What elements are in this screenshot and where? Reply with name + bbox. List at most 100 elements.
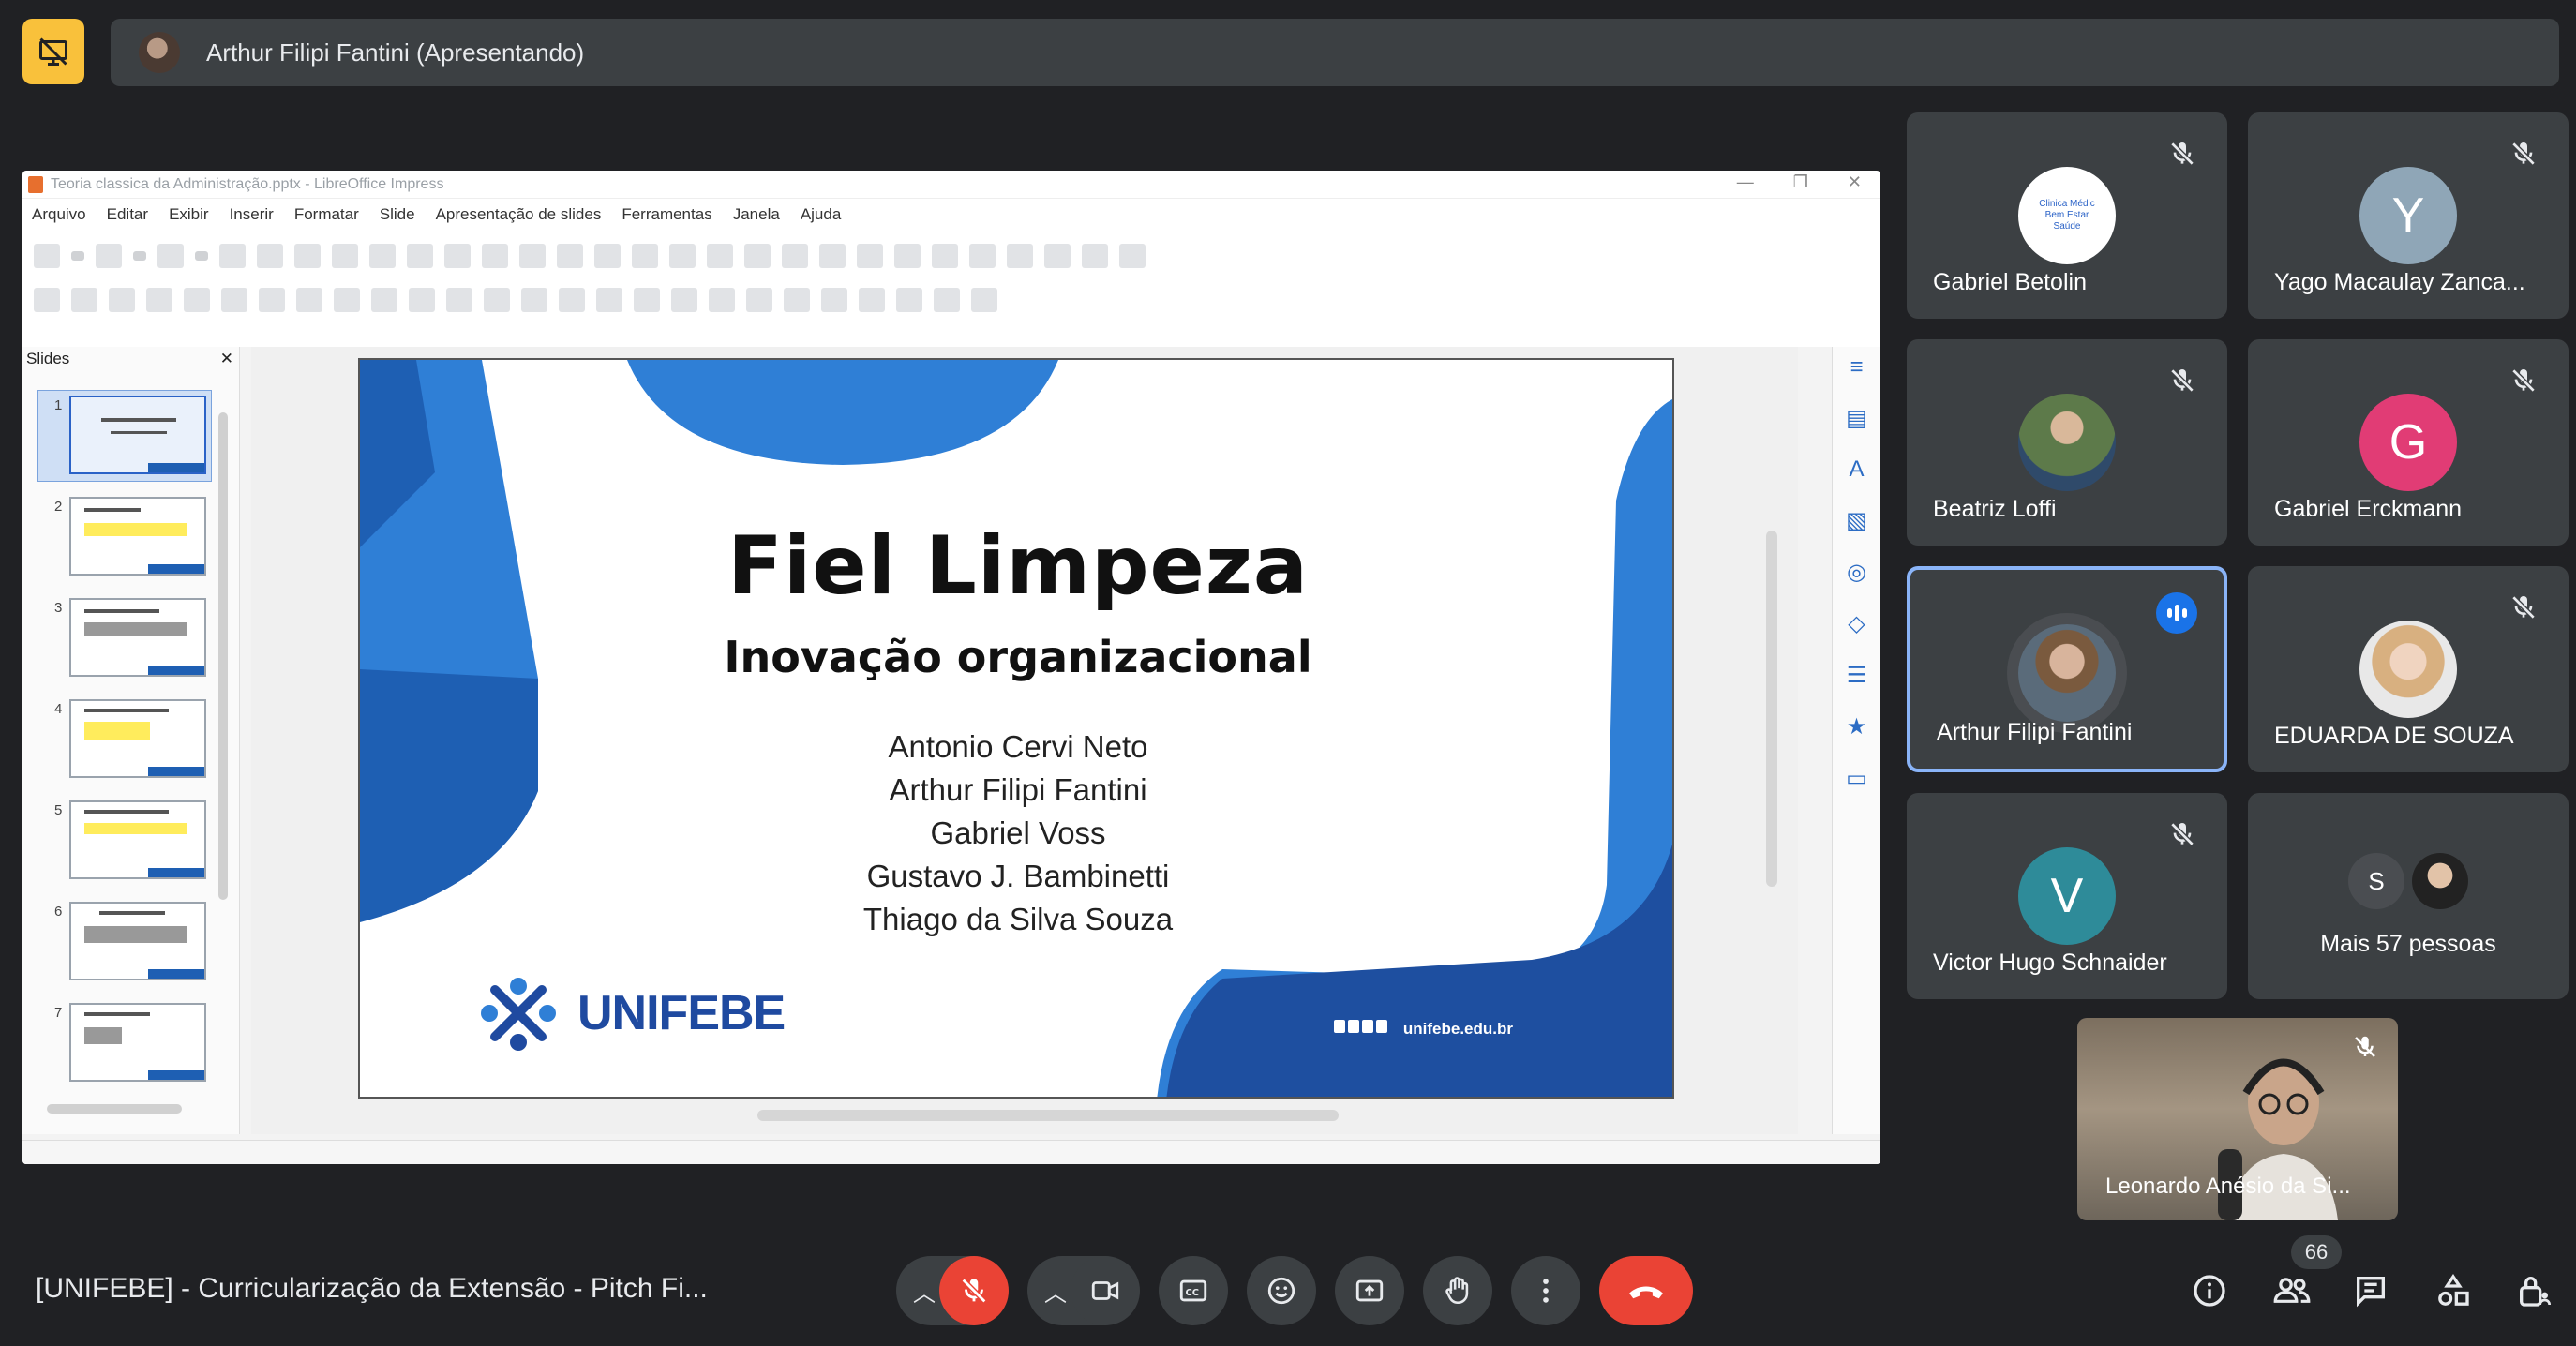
slide-thumbnail: 2 <box>54 497 206 576</box>
chat-button[interactable] <box>2347 1267 2394 1314</box>
tool-paste-icon <box>369 244 396 268</box>
tool-rectangle-icon <box>184 288 210 312</box>
mic-off-icon <box>2511 368 2536 393</box>
thumb-text <box>84 926 187 943</box>
tool-table-icon <box>782 244 808 268</box>
slide-number: 5 <box>54 802 63 818</box>
tool-image-icon <box>819 244 846 268</box>
tool-redo-icon <box>482 244 508 268</box>
tool-filter-icon <box>859 288 885 312</box>
tool-points-icon <box>896 288 922 312</box>
self-view-tile[interactable]: Leonardo Anésio da Si... <box>2077 1018 2398 1220</box>
slide-number: 4 <box>54 701 63 717</box>
participant-name: Yago Macaulay Zanca... <box>2274 269 2525 295</box>
menu-inserir: Inserir <box>229 205 274 223</box>
participant-name: Victor Hugo Schnaider <box>1933 950 2167 976</box>
participant-tile[interactable]: V Victor Hugo Schnaider <box>1907 793 2227 999</box>
participant-name: Gabriel Betolin <box>1933 269 2087 295</box>
current-slide: Fiel Limpeza Inovação organizacional Ant… <box>358 358 1674 1099</box>
participant-count-badge: 66 <box>2291 1235 2342 1269</box>
chat-icon <box>2357 1277 2385 1308</box>
participant-tile[interactable]: Y Yago Macaulay Zanca... <box>2248 112 2569 319</box>
sound-bar <box>2174 605 2179 621</box>
thumb-corner <box>148 666 204 675</box>
thumb-corner <box>148 969 204 979</box>
slide-thumbnail: 7 <box>54 1003 206 1082</box>
present-screen-button[interactable] <box>1335 1256 1404 1325</box>
tool-fontwork-icon <box>1007 244 1033 268</box>
participant-tile[interactable]: EDUARDA DE SOUZA <box>2248 566 2569 772</box>
participant-tile-active-speaker[interactable]: Arthur Filipi Fantini <box>1907 566 2227 772</box>
toolbar-drawing <box>22 281 1880 319</box>
participant-tile[interactable]: G Gabriel Erckmann <box>2248 339 2569 546</box>
tool-master-icon <box>669 244 696 268</box>
impress-doc-icon <box>28 175 43 193</box>
tool-glue-icon <box>934 288 960 312</box>
unifebe-logo: UNIFEBE <box>476 971 786 1055</box>
people-button[interactable] <box>2269 1267 2315 1314</box>
tool-copy-icon <box>332 244 358 268</box>
menu-slide: Slide <box>379 205 415 223</box>
meeting-details-button[interactable] <box>2186 1267 2233 1314</box>
slides-pane-title: Slides <box>26 350 70 367</box>
thumb-corner <box>148 564 204 574</box>
host-controls-button[interactable] <box>2510 1267 2557 1314</box>
sidebar-deck: ≡ ▤ A ▧ ◎ ◇ ☰ ★ ▭ <box>1832 347 1880 1134</box>
clinic-logo-text: Clinica Médic <box>2039 199 2095 209</box>
reactions-button[interactable] <box>1247 1256 1316 1325</box>
youtube-icon <box>1362 1020 1373 1033</box>
author-name: Gustavo J. Bambinetti <box>866 859 1170 893</box>
tool-rotate-icon <box>634 288 660 312</box>
unifebe-logo-mark <box>481 978 556 1051</box>
shared-screen: Teoria classica da Administração.pptx - … <box>22 171 1880 1164</box>
activities-button[interactable] <box>2430 1267 2477 1314</box>
camera-options-chevron-icon[interactable]: ︿ <box>1044 1275 1067 1308</box>
more-participants-tile[interactable]: S Mais 57 pessoas <box>2248 793 2569 999</box>
stop-presenting-button[interactable] <box>22 19 84 84</box>
menu-janela: Janela <box>732 205 780 223</box>
slide-edit-area: Fiel Limpeza Inovação organizacional Ant… <box>251 347 1798 1134</box>
tool-textbox-icon <box>932 244 958 268</box>
svg-text:CC: CC <box>1186 1288 1200 1298</box>
more-options-button[interactable] <box>1511 1256 1580 1325</box>
participant-avatar <box>2018 394 2116 491</box>
tool-connector-icon <box>334 288 360 312</box>
tool-find-icon <box>519 244 546 268</box>
tool-helplines-icon <box>632 244 658 268</box>
mic-options-chevron-icon[interactable]: ︿ <box>913 1275 936 1308</box>
participant-tile[interactable]: Clinica Médic Bem Estar Saúde Gabriel Be… <box>1907 112 2227 319</box>
menu-apresentacao: Apresentação de slides <box>435 205 602 223</box>
leave-call-button[interactable] <box>1599 1256 1693 1325</box>
slide-number: 6 <box>54 904 63 920</box>
raise-hand-button[interactable] <box>1423 1256 1492 1325</box>
slides-pane: Slides ✕ 1 2 3 4 5 6 7 <box>22 347 240 1134</box>
slide-number: 3 <box>54 600 63 616</box>
menubar: Arquivo Editar Exibir Inserir Formatar S… <box>22 199 1880 231</box>
camera-toggle-button[interactable] <box>1071 1256 1140 1325</box>
closed-captions-icon: CC <box>1179 1279 1207 1302</box>
participant-avatar: V <box>2018 847 2116 945</box>
tool-transition-icon <box>1082 244 1108 268</box>
tool-zoom-icon <box>71 288 97 312</box>
participant-avatar: Clinica Médic Bem Estar Saúde <box>2018 167 2116 264</box>
tool-arrange-icon <box>709 288 735 312</box>
thumb-text <box>84 609 159 613</box>
thumb-corner <box>148 1070 204 1080</box>
slide-thumbnail: 1 <box>54 396 206 474</box>
mic-toggle-button[interactable] <box>939 1256 1009 1325</box>
animation-icon: ★ <box>1846 714 1867 740</box>
slide-website: unifebe.edu.br <box>1402 1020 1513 1038</box>
captions-button[interactable]: CC <box>1159 1256 1228 1325</box>
tool-distribute-icon <box>746 288 772 312</box>
tool-chart-icon <box>894 244 921 268</box>
tool-crop-icon <box>821 288 847 312</box>
present-to-all-icon <box>1355 1279 1384 1302</box>
participant-tile[interactable]: Beatriz Loffi <box>1907 339 2227 546</box>
participant-name: Arthur Filipi Fantini <box>1937 719 2133 745</box>
thumb-corner <box>148 463 204 472</box>
thumb-text <box>84 523 187 536</box>
tool-print-icon <box>257 244 283 268</box>
facebook-icon <box>1334 1020 1345 1033</box>
window-titlebar: Teoria classica da Administração.pptx - … <box>22 171 1880 199</box>
presenter-avatar <box>139 32 180 73</box>
